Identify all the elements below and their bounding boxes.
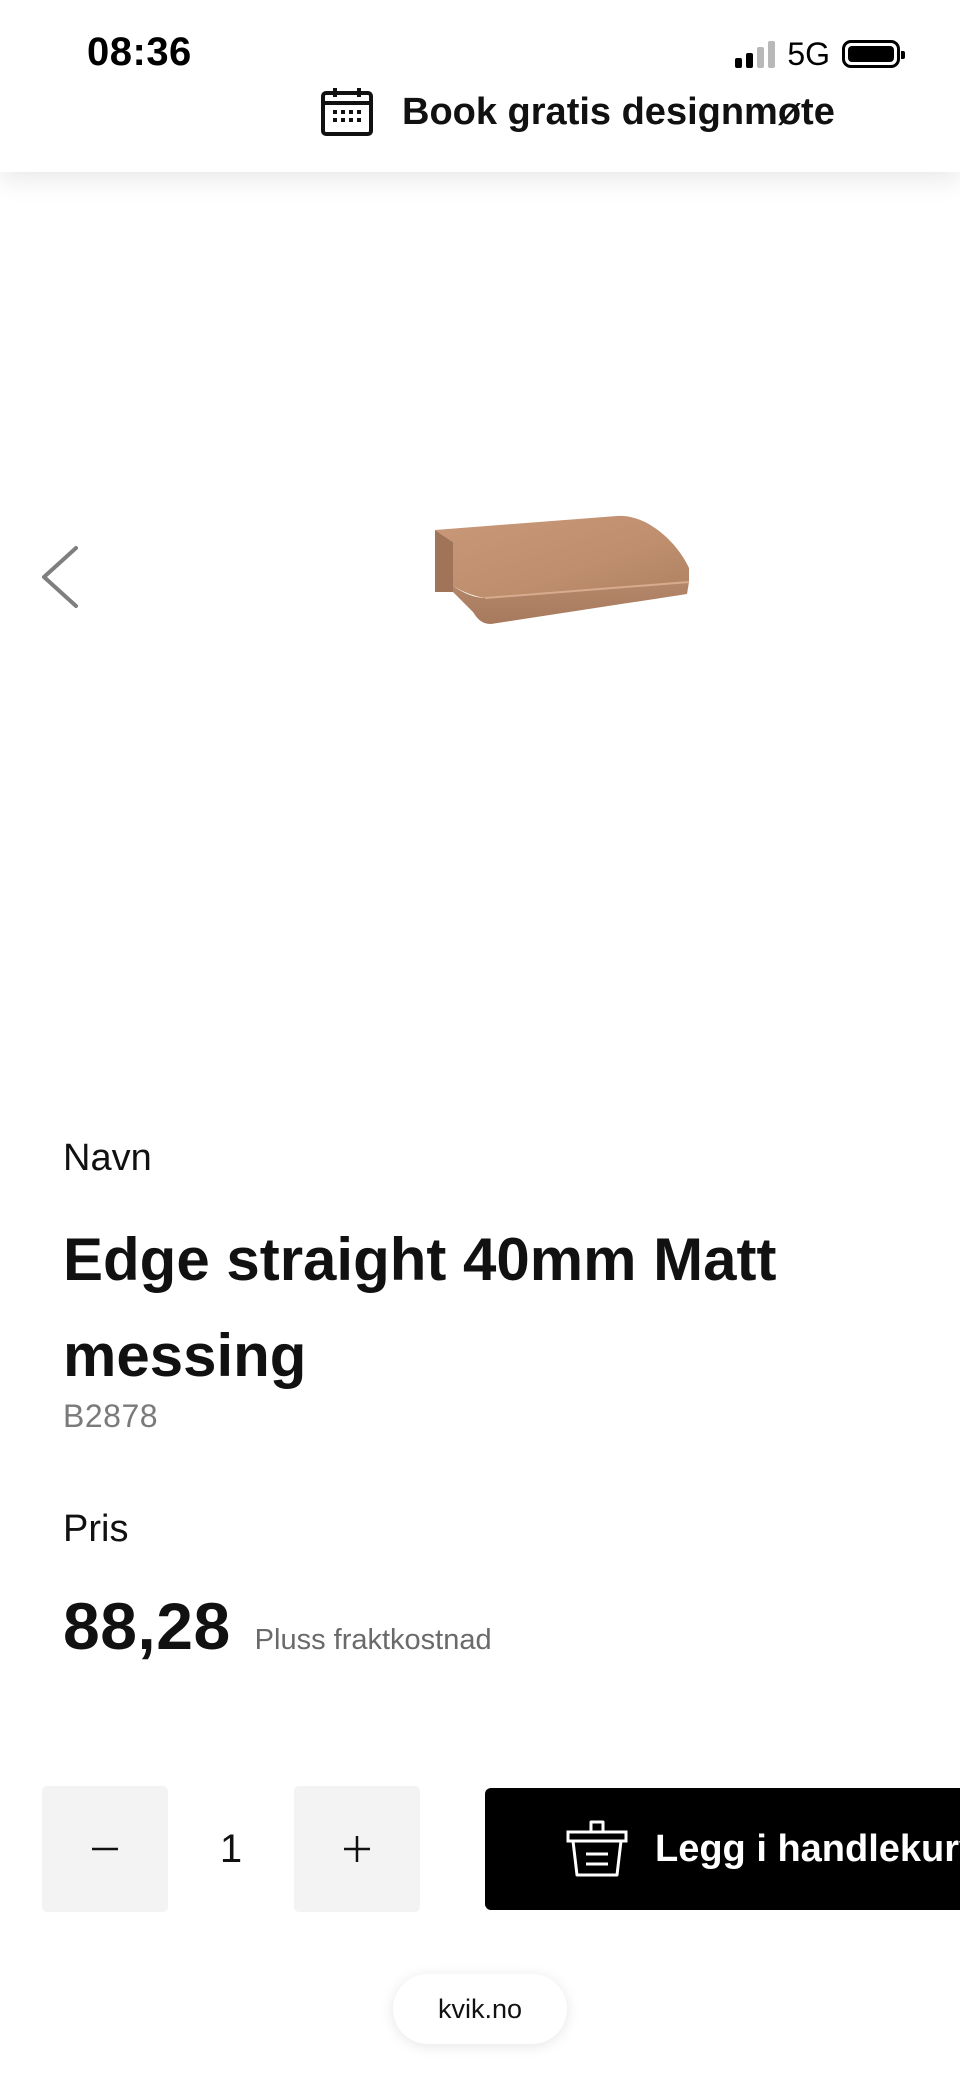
shipping-note: Pluss fraktkostnad [254, 1624, 492, 1656]
battery-icon [842, 40, 905, 68]
price-row: 88,28 Pluss fraktkostnad [63, 1588, 492, 1664]
status-time: 08:36 [87, 30, 192, 74]
network-type: 5G [787, 35, 830, 72]
product-page: 08:36 5G Book gratis designmøte Navn Edg… [0, 0, 960, 2077]
basket-icon [566, 1820, 628, 1877]
book-design-meeting-link[interactable]: Book gratis designmøte [320, 82, 835, 142]
calendar-icon [321, 88, 373, 136]
add-to-cart-label: Legg i handlekurv [655, 1827, 960, 1870]
product-image [435, 515, 690, 624]
book-design-meeting-label: Book gratis designmøte [402, 90, 835, 133]
name-label: Navn [63, 1137, 152, 1179]
product-sku: B2878 [63, 1398, 159, 1434]
plus-icon [344, 1836, 370, 1862]
add-to-cart-button[interactable]: Legg i handlekurv [485, 1788, 960, 1910]
quantity-decrease-button[interactable] [42, 1786, 168, 1912]
product-gallery [0, 172, 960, 1072]
quantity-increase-button[interactable] [294, 1786, 420, 1912]
minus-icon [92, 1847, 118, 1851]
product-title: Edge straight 40mm Matt messing [63, 1226, 777, 1389]
product-price: 88,28 [63, 1589, 231, 1663]
signal-bars-icon [735, 40, 776, 68]
status-indicators: 5G [735, 35, 905, 72]
price-label: Pris [63, 1508, 129, 1550]
chevron-left-icon[interactable] [38, 544, 82, 610]
quantity-value[interactable]: 1 [168, 1786, 294, 1912]
browser-url-pill[interactable]: kvik.no [393, 1974, 567, 2044]
top-bar: 08:36 5G Book gratis designmøte [0, 0, 960, 172]
